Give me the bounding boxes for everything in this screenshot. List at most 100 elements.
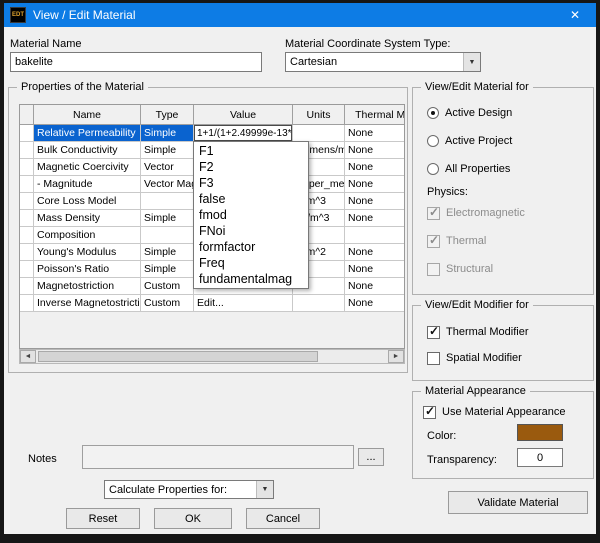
value-edit-field[interactable]: 1+1/(1+2.49999e-13*F (194, 125, 293, 142)
checkbox-thermal: Thermal (427, 233, 486, 249)
table-cell[interactable]: Relative Permeability (34, 125, 141, 142)
chevron-down-icon: ▼ (256, 481, 273, 498)
table-cell[interactable] (345, 227, 404, 244)
notes-input[interactable] (82, 445, 354, 469)
checkbox-thermal-modifier[interactable]: Thermal Modifier (427, 324, 529, 340)
table-cell[interactable]: Inverse Magnetostriction (34, 295, 141, 312)
table-cell[interactable] (20, 193, 34, 210)
table-cell[interactable]: Composition (34, 227, 141, 244)
table-cell[interactable]: Simple (141, 244, 194, 261)
notes-label: Notes (28, 453, 57, 465)
chevron-down-icon: ▼ (463, 53, 480, 71)
coord-system-select[interactable]: Cartesian ▼ (285, 52, 481, 72)
table-cell[interactable]: None (345, 142, 404, 159)
table-cell[interactable] (20, 261, 34, 278)
transparency-input[interactable]: 0 (517, 448, 563, 467)
table-cell[interactable] (20, 142, 34, 159)
checkbox-label: Structural (446, 263, 494, 275)
table-cell[interactable] (141, 193, 194, 210)
table-cell[interactable]: Bulk Conductivity (34, 142, 141, 159)
autocomplete-item[interactable]: F1 (194, 143, 308, 159)
ok-button[interactable]: OK (154, 508, 232, 529)
autocomplete-item[interactable]: formfactor (194, 239, 308, 255)
autocomplete-item[interactable]: F3 (194, 175, 308, 191)
radio-all-properties[interactable]: All Properties (427, 161, 510, 177)
physics-label: Physics: (427, 186, 468, 198)
close-button[interactable]: ✕ (554, 3, 596, 27)
scrollbar-thumb[interactable] (38, 351, 318, 362)
scroll-left-icon[interactable]: ◄ (20, 350, 36, 363)
radio-active-project[interactable]: Active Project (427, 133, 512, 149)
table-cell[interactable]: None (345, 125, 404, 142)
checkbox-spatial-modifier[interactable]: Spatial Modifier (427, 350, 522, 366)
table-cell[interactable] (20, 278, 34, 295)
table-cell[interactable]: Simple (141, 142, 194, 159)
radio-active-design[interactable]: Active Design (427, 105, 512, 121)
coord-system-value: Cartesian (290, 56, 338, 68)
table-cell[interactable]: None (345, 244, 404, 261)
validate-material-button[interactable]: Validate Material (448, 491, 588, 514)
table-cell[interactable]: Poisson's Ratio (34, 261, 141, 278)
table-cell[interactable]: Simple (141, 125, 194, 142)
autocomplete-item[interactable]: false (194, 191, 308, 207)
table-cell[interactable] (141, 227, 194, 244)
autocomplete-item[interactable]: F2 (194, 159, 308, 175)
column-header[interactable]: Thermal Modifier (345, 105, 404, 125)
table-cell[interactable] (20, 295, 34, 312)
table-cell[interactable]: Simple (141, 261, 194, 278)
checkbox-use-material-appearance[interactable]: Use Material Appearance (423, 404, 566, 420)
table-cell[interactable]: None (345, 176, 404, 193)
cancel-button[interactable]: Cancel (246, 508, 320, 529)
material-name-input[interactable]: bakelite (10, 52, 262, 72)
scroll-right-icon[interactable]: ► (388, 350, 404, 363)
column-header[interactable]: Units (293, 105, 345, 125)
table-cell[interactable]: Young's Modulus (34, 244, 141, 261)
calculate-properties-value: Calculate Properties for: (109, 483, 227, 496)
h-scrollbar[interactable]: ◄ ► (19, 349, 405, 364)
table-cell[interactable]: None (345, 159, 404, 176)
table-cell[interactable]: Mass Density (34, 210, 141, 227)
table-cell[interactable] (20, 159, 34, 176)
table-cell[interactable]: Vector Mag (141, 176, 194, 193)
color-swatch[interactable] (517, 424, 563, 441)
column-header[interactable] (20, 105, 34, 125)
table-cell[interactable] (20, 244, 34, 261)
checkbox-icon (427, 233, 440, 248)
calculate-properties-select[interactable]: Calculate Properties for: ▼ (104, 480, 274, 499)
checkbox-icon (427, 262, 440, 276)
autocomplete-item[interactable]: fundamentalmag (194, 271, 308, 287)
table-cell[interactable]: - Magnitude (34, 176, 141, 193)
material-appearance-title: Material Appearance (421, 385, 530, 397)
table-cell[interactable]: Magnetic Coercivity (34, 159, 141, 176)
table-cell[interactable]: None (345, 261, 404, 278)
table-cell[interactable]: None (345, 193, 404, 210)
column-header[interactable]: Name (34, 105, 141, 125)
table-cell[interactable]: Core Loss Model (34, 193, 141, 210)
table-cell[interactable]: None (345, 278, 404, 295)
autocomplete-item[interactable]: FNoi (194, 223, 308, 239)
table-cell[interactable] (293, 295, 345, 312)
autocomplete-item[interactable]: fmod (194, 207, 308, 223)
table-cell[interactable]: None (345, 210, 404, 227)
autocomplete-item[interactable]: Freq (194, 255, 308, 271)
table-cell[interactable]: Edit... (194, 295, 293, 312)
notes-more-button[interactable]: ... (358, 448, 384, 466)
table-row[interactable]: Relative Permeability Simple 1+1/(1+2.4999… (20, 125, 404, 142)
table-cell[interactable]: None (345, 295, 404, 312)
column-header[interactable]: Type (141, 105, 194, 125)
table-cell[interactable]: Custom (141, 295, 194, 312)
table-cell[interactable]: Vector (141, 159, 194, 176)
table-cell[interactable] (20, 210, 34, 227)
table-cell[interactable] (20, 125, 34, 142)
table-cell[interactable]: Magnetostriction (34, 278, 141, 295)
table-cell[interactable]: Simple (141, 210, 194, 227)
table-row[interactable]: Inverse Magnetostriction Custom Edit... Non… (20, 295, 404, 312)
material-appearance-group: Material Appearance Use Material Appeara… (412, 385, 594, 479)
table-cell[interactable] (293, 125, 345, 142)
reset-button[interactable]: Reset (66, 508, 140, 529)
titlebar: EDT View / Edit Material ✕ (4, 3, 596, 27)
column-header[interactable]: Value (194, 105, 293, 125)
table-cell[interactable]: Custom (141, 278, 194, 295)
table-cell[interactable] (20, 227, 34, 244)
table-cell[interactable] (20, 176, 34, 193)
